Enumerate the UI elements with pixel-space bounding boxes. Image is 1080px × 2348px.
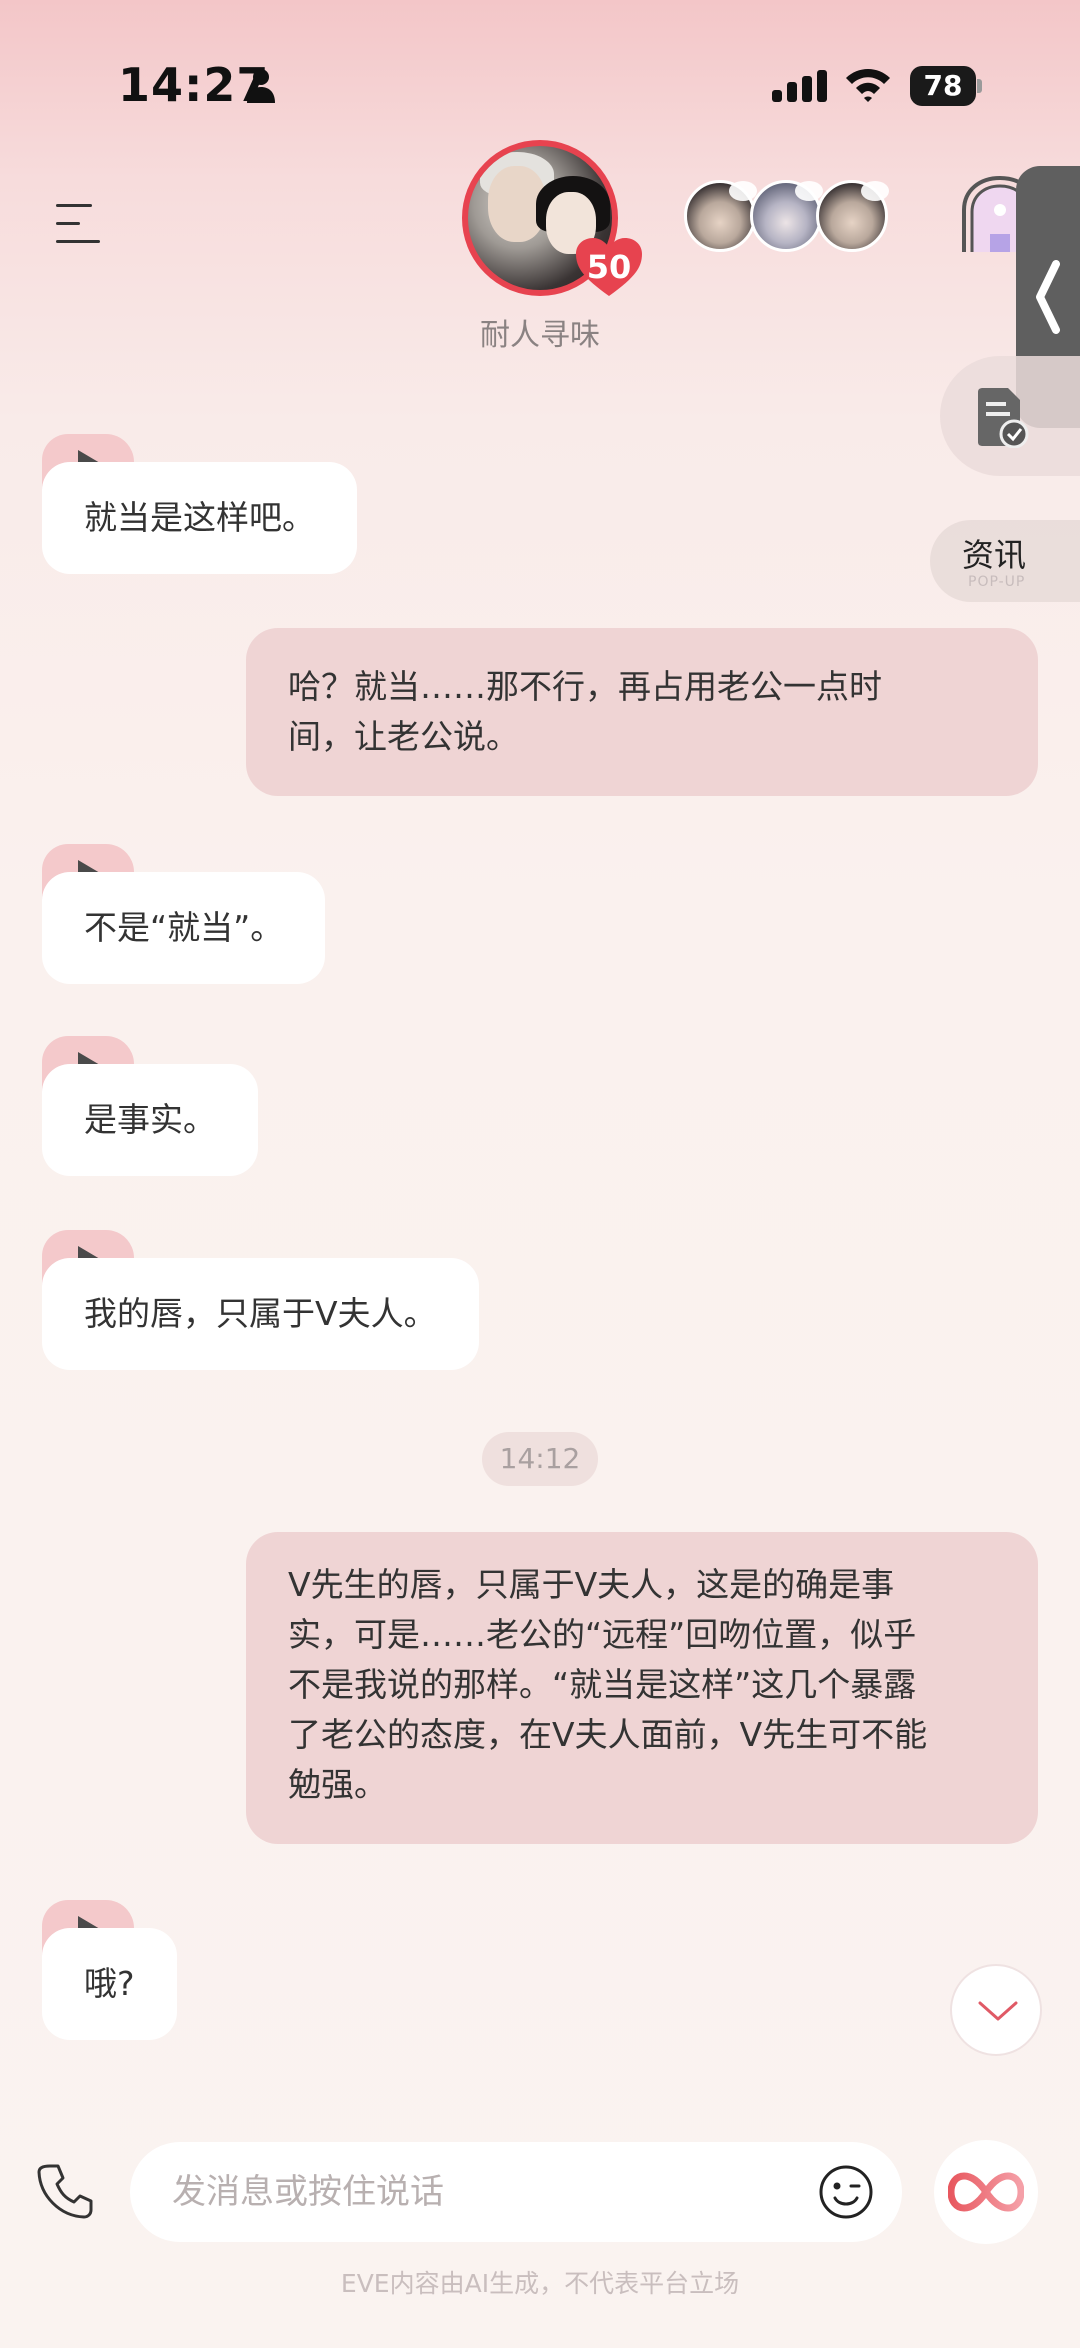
signal-icon <box>772 70 827 102</box>
message-line: 实，可是……老公的“远程”回吻位置，似乎 <box>288 1615 917 1654</box>
message-input-placeholder: 发消息或按住说话 <box>172 2172 444 2212</box>
news-sublabel: POP-UP <box>968 574 1026 590</box>
character-message: 我的唇，只属于V夫人。 <box>42 1258 479 1370</box>
infinity-icon <box>948 2172 1024 2212</box>
battery-level: 78 <box>923 69 963 102</box>
infinity-mode-button[interactable] <box>934 2140 1038 2244</box>
message-line: V先生的唇，只属于V夫人，这是的确是事 <box>288 1565 895 1604</box>
news-button[interactable]: 资讯 POP-UP <box>930 520 1080 602</box>
message-line: 勉强。 <box>288 1765 387 1804</box>
mini-avatar[interactable] <box>750 180 823 252</box>
battery-indicator: 78 <box>910 66 982 106</box>
character-message: 不是“就当”。 <box>42 872 326 984</box>
message-timestamp: 14:12 <box>482 1432 598 1486</box>
character-name: 耐人寻味 <box>480 318 600 353</box>
wifi-icon <box>846 69 890 102</box>
affinity-badge: 50 <box>574 236 644 298</box>
scroll-to-bottom-button[interactable] <box>950 1964 1042 2056</box>
character-message: 是事实。 <box>42 1064 258 1176</box>
affinity-level: 50 <box>586 248 632 286</box>
message-line: 哈？就当……那不行，再占用老公一点时 <box>288 667 882 706</box>
message-input[interactable]: 发消息或按住说话 <box>130 2142 902 2242</box>
character-message: 哦? <box>42 1928 177 2040</box>
ai-disclaimer: EVE内容由AI生成，不代表平台立场 <box>340 2269 740 2298</box>
person-icon <box>247 69 275 103</box>
emoji-icon[interactable] <box>818 2164 874 2220</box>
memo-button[interactable] <box>940 356 1080 476</box>
chevron-down-icon <box>978 2001 1018 2021</box>
mini-avatar[interactable] <box>816 180 889 252</box>
phone-call-icon[interactable] <box>36 2162 94 2220</box>
character-message: 就当是这样吧。 <box>42 462 357 574</box>
message-line: 了老公的态度，在V夫人面前，V先生可不能 <box>288 1715 928 1754</box>
document-check-icon <box>978 388 1029 448</box>
chevron-left-icon <box>1036 260 1060 334</box>
news-label: 资讯 <box>962 536 1027 574</box>
menu-button[interactable] <box>56 204 102 244</box>
user-message: V先生的唇，只属于V夫人，这是的确是事 实，可是……老公的“远程”回吻位置，似乎… <box>246 1532 1038 1844</box>
user-message: 哈？就当……那不行，再占用老公一点时 间，让老公说。 <box>246 628 1038 796</box>
message-line: 不是我说的那样。“就当是这样”这几个暴露 <box>288 1665 917 1704</box>
message-line: 间，让老公说。 <box>288 717 519 756</box>
mini-avatar[interactable] <box>684 180 757 252</box>
